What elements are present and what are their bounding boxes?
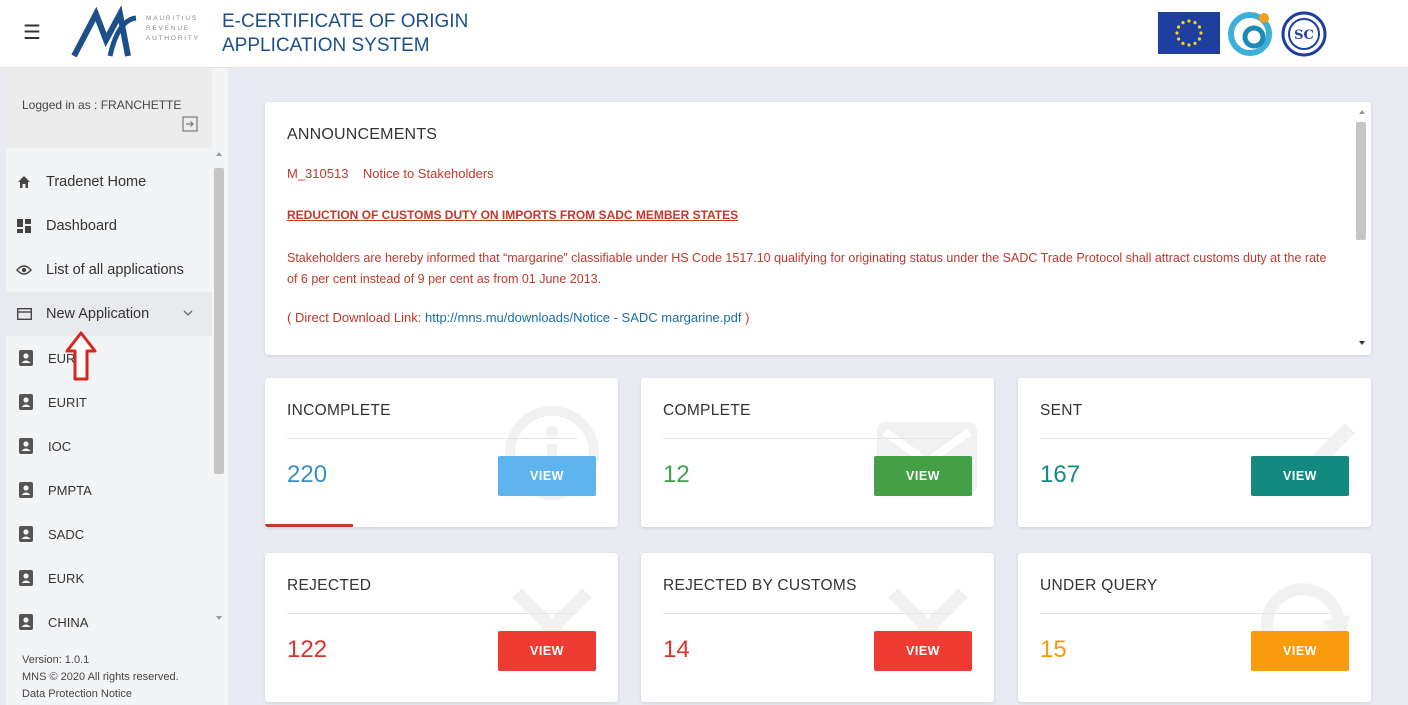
sidebar-item-label: List of all applications xyxy=(46,262,184,278)
sidebar-scrollbar-thumb[interactable] xyxy=(214,168,224,474)
download-link[interactable]: http://mns.mu/downloads/Notice - SADC ma… xyxy=(425,310,741,325)
complete-count: 12 xyxy=(663,461,690,488)
card-divider xyxy=(663,613,953,614)
card-complete: COMPLETE 12 VIEW xyxy=(641,378,994,527)
sidebar-item-dashboard[interactable]: Dashboard xyxy=(6,204,212,248)
badge-icon xyxy=(19,570,33,586)
version-label: Version: 1.0.1 xyxy=(22,654,90,666)
card-label: INCOMPLETE xyxy=(287,402,391,419)
incomplete-count: 220 xyxy=(287,461,328,488)
submenu-item-pmpta[interactable]: PMPTA xyxy=(6,468,212,512)
copyright-label: MNS © 2020 All rights reserved. xyxy=(22,671,179,683)
submenu-item-ioc[interactable]: IOC xyxy=(6,424,212,468)
badge-icon xyxy=(19,482,33,498)
submenu-item-label: SADC xyxy=(48,526,85,542)
announcements-title: ANNOUNCEMENTS xyxy=(287,126,438,143)
eu-flag-icon xyxy=(1158,12,1220,54)
card-label: COMPLETE xyxy=(663,402,751,419)
app-title: E-CERTIFICATE OF ORIGIN APPLICATION SYST… xyxy=(222,11,469,56)
view-rejected-by-customs-button[interactable]: VIEW xyxy=(874,631,972,671)
mra-logo-text: MAURITIUS REVENUE AUTHORITY xyxy=(146,15,200,42)
sidebar: Logged in as : FRANCHETTE Tradenet Home … xyxy=(6,68,228,705)
sidebar-menu: Tradenet Home Dashboard List of all appl… xyxy=(6,160,212,644)
card-rejected-by-customs: REJECTED BY CUSTOMS 14 VIEW xyxy=(641,553,994,702)
card-label: SENT xyxy=(1040,402,1083,419)
arrow-up-icon xyxy=(65,331,97,381)
rejected-count: 122 xyxy=(287,636,328,663)
view-incomplete-button[interactable]: VIEW xyxy=(498,456,596,496)
card-divider xyxy=(1040,438,1330,439)
notice-reference: M_310513 Notice to Stakeholders xyxy=(287,166,494,181)
sidebar-item-label: New Application xyxy=(46,306,150,322)
sent-count: 167 xyxy=(1040,461,1081,488)
download-link-line: ( Direct Download Link: http://mns.mu/do… xyxy=(287,310,750,325)
card-active-indicator xyxy=(265,524,353,527)
svg-text:SC: SC xyxy=(1294,28,1314,43)
card-divider xyxy=(1040,613,1330,614)
coi-logo-icon xyxy=(1228,12,1272,56)
submenu-item-eurk[interactable]: EURK xyxy=(6,556,212,600)
card-under-query: UNDER QUERY 15 VIEW xyxy=(1018,553,1371,702)
notice-body: Stakeholders are hereby informed that “m… xyxy=(287,251,1327,286)
submenu-item-eurit[interactable]: EURIT xyxy=(6,380,212,424)
home-icon xyxy=(16,174,32,190)
badge-icon xyxy=(19,394,33,410)
dashboard-icon xyxy=(16,218,32,234)
submenu-item-label: EURIT xyxy=(48,394,87,410)
data-protection-link[interactable]: Data Protection Notice xyxy=(22,686,179,703)
submenu-item-label: EURK xyxy=(48,570,85,586)
sidebar-item-label: Dashboard xyxy=(46,218,117,234)
notice-headline: REDUCTION OF CUSTOMS DUTY ON IMPORTS FRO… xyxy=(287,208,739,222)
card-label: REJECTED xyxy=(287,577,372,594)
chevron-down-icon[interactable] xyxy=(182,306,194,320)
submenu-item-label: PMPTA xyxy=(48,482,92,498)
view-sent-button[interactable]: VIEW xyxy=(1251,456,1349,496)
view-complete-button[interactable]: VIEW xyxy=(874,456,972,496)
logout-icon[interactable] xyxy=(182,116,198,132)
badge-icon xyxy=(19,438,33,454)
submenu-item-label: IOC xyxy=(48,438,72,454)
eye-icon xyxy=(16,262,32,278)
hamburger-icon[interactable]: ☰ xyxy=(22,22,42,44)
card-divider xyxy=(663,438,953,439)
card-divider xyxy=(287,438,577,439)
sidebar-item-tradenet-home[interactable]: Tradenet Home xyxy=(6,160,212,204)
card-label: UNDER QUERY xyxy=(1040,577,1158,594)
badge-icon xyxy=(19,526,33,542)
rejected-by-customs-count: 14 xyxy=(663,636,690,663)
submenu-item-china[interactable]: CHINA xyxy=(6,600,212,644)
card-icon xyxy=(16,306,32,322)
card-incomplete: INCOMPLETE 220 VIEW xyxy=(265,378,618,527)
under-query-count: 15 xyxy=(1040,636,1067,663)
sidebar-item-list-applications[interactable]: List of all applications xyxy=(6,248,212,292)
card-rejected: REJECTED 122 VIEW xyxy=(265,553,618,702)
submenu-item-label: CHINA xyxy=(48,614,89,630)
card-sent: SENT 167 VIEW xyxy=(1018,378,1371,527)
app-header: ☰ MAURITIUS REVENUE AUTHORITY E-CERTIFIC… xyxy=(0,0,1408,68)
card-label: REJECTED BY CUSTOMS xyxy=(663,577,857,594)
submenu-item-eur[interactable]: EUR xyxy=(6,336,212,380)
sidebar-item-label: Tradenet Home xyxy=(46,174,147,190)
sidebar-footer: Version: 1.0.1 MNS © 2020 All rights res… xyxy=(22,652,179,703)
sadc-logo-icon: SC xyxy=(1281,11,1327,57)
logged-in-label: Logged in as : FRANCHETTE xyxy=(22,98,182,112)
login-panel: Logged in as : FRANCHETTE xyxy=(6,68,212,148)
sidebar-item-new-application[interactable]: New Application xyxy=(6,292,212,336)
badge-icon xyxy=(19,350,33,366)
view-under-query-button[interactable]: VIEW xyxy=(1251,631,1349,671)
view-rejected-button[interactable]: VIEW xyxy=(498,631,596,671)
submenu-item-sadc[interactable]: SADC xyxy=(6,512,212,556)
card-divider xyxy=(287,613,577,614)
announcements-panel: ANNOUNCEMENTS M_310513 Notice to Stakeho… xyxy=(265,102,1371,355)
badge-icon xyxy=(19,614,33,630)
announcements-scrollbar-thumb[interactable] xyxy=(1356,122,1366,240)
